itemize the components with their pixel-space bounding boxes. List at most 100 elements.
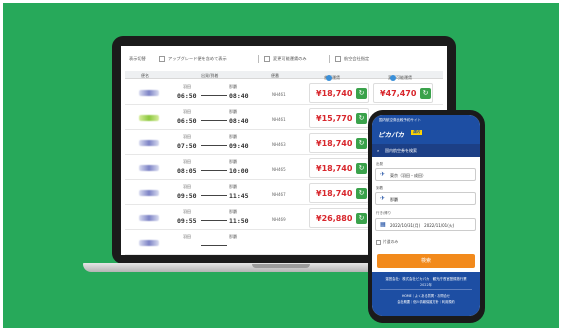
refresh-icon[interactable]: ↻: [356, 163, 367, 174]
date-label: 行き/帰り: [376, 211, 392, 215]
dep-city: 羽田: [183, 234, 191, 239]
laptop-notch: [252, 264, 310, 268]
footer-company: 運営会社：株式会社ピカパカ 観光庁長官登録旅行業: [385, 277, 467, 281]
dep-city: 羽田: [183, 134, 191, 139]
footer-divider: [380, 289, 472, 290]
fare-a-price: ¥18,740: [316, 164, 353, 173]
arr-time: 10:00: [229, 167, 249, 175]
from-label: 出発: [376, 162, 383, 166]
dep-time: 08:05: [177, 167, 197, 175]
airline-logo: [139, 140, 159, 146]
dep-time: 06:50: [177, 92, 197, 100]
arr-city: 那覇: [229, 159, 237, 164]
arr-city: 那覇: [229, 84, 237, 89]
footer-note: 2022年: [419, 283, 433, 287]
fare-b-price: ¥47,470: [380, 89, 417, 98]
arr-city: 那覇: [229, 184, 237, 189]
refresh-icon[interactable]: ↻: [356, 188, 367, 199]
divider: [258, 55, 259, 63]
fare-a-box[interactable]: ¥18,740 ↻: [309, 158, 369, 178]
arr-time: 09:40: [229, 142, 249, 150]
flight-number: NH469: [272, 217, 286, 222]
arr-city: 那覇: [229, 234, 237, 239]
footer-links[interactable]: HOME｜よくある質問・お問合せ: [376, 293, 476, 298]
flight-number: NH465: [272, 167, 286, 172]
refresh-icon[interactable]: ↻: [356, 213, 367, 224]
refresh-icon[interactable]: ↻: [356, 113, 367, 124]
from-value: 東京（羽田・成田）: [390, 173, 426, 178]
flight-number: NH463: [272, 142, 286, 147]
route-line: [201, 170, 227, 171]
from-field[interactable]: ✈ 東京（羽田・成田）: [375, 168, 476, 181]
site-tagline: 国内航空券比較予約サイト: [379, 118, 421, 122]
refresh-icon[interactable]: ↻: [356, 138, 367, 149]
to-label: 到着: [376, 186, 383, 190]
filter-upgrade[interactable]: アップグレード便を含めて表示: [159, 56, 227, 62]
route-line: [201, 220, 227, 221]
flight-number: NH467: [272, 192, 286, 197]
dep-time: 06:50: [177, 117, 197, 125]
filter-changeable[interactable]: 変更可能運賃のみ: [264, 56, 307, 62]
dep-time: 09:50: [177, 192, 197, 200]
calendar-icon: ▦: [380, 221, 386, 228]
dep-time: 09:55: [177, 217, 197, 225]
site-logo[interactable]: ピカパカ: [378, 129, 404, 139]
checkbox-icon[interactable]: [376, 239, 381, 245]
arr-time: 08:40: [229, 117, 249, 125]
fare-a-box[interactable]: ¥18,740 ↻: [309, 183, 369, 203]
filter-label: 表示切替: [129, 56, 146, 61]
to-value: 那覇: [390, 197, 398, 202]
phone-screen: 国内航空券比較予約サイト ピカパカ 国内 ⌕ 国内航空券を検索 出発 ✈ 東京（…: [372, 115, 480, 316]
dep-city: 羽田: [183, 109, 191, 114]
table-row[interactable]: 羽田 那覇 06:50 08:40 NH461 ¥18,740 ↻ ¥47,470 ↻: [125, 80, 443, 105]
arr-city: 那覇: [229, 134, 237, 139]
arr-city: 那覇: [229, 109, 237, 114]
to-field[interactable]: ✈ 那覇: [375, 192, 476, 205]
date-value: 2022/10/31(月) 2022/11/01(火): [390, 223, 455, 228]
table-header: 便名 出発/到着 便番 普通運賃 変更可能運賃: [125, 71, 443, 81]
fare-a-price: ¥26,880: [316, 214, 353, 223]
checkbox-icon[interactable]: [159, 56, 165, 62]
checkbox-icon[interactable]: [335, 56, 341, 62]
fare-a-box[interactable]: ¥18,740 ↻: [309, 133, 369, 153]
oneway-checkbox[interactable]: 片道のみ: [376, 239, 398, 245]
route-line: [201, 195, 227, 196]
airline-logo: [139, 165, 159, 171]
search-icon: ⌕: [377, 148, 380, 153]
col-flight: 便番: [271, 73, 279, 78]
plane-landing-icon: ✈: [380, 195, 386, 202]
route-line: [201, 245, 227, 246]
dep-city: 羽田: [183, 159, 191, 164]
arr-time: 11:45: [229, 192, 249, 200]
arr-city: 那覇: [229, 209, 237, 214]
fare-a-price: ¥18,740: [316, 189, 353, 198]
phone-footer: 運営会社：株式会社ピカパカ 観光庁長官登録旅行業 2022年 HOME｜よくある…: [372, 272, 480, 316]
dep-city: 羽田: [183, 209, 191, 214]
dep-time: 07:50: [177, 142, 197, 150]
route-line: [201, 120, 227, 121]
fare-b-box[interactable]: ¥47,470 ↻: [373, 83, 433, 103]
divider: [329, 55, 330, 63]
fare-a-box[interactable]: ¥26,880 ↻: [309, 208, 369, 228]
refresh-icon[interactable]: ↻: [420, 88, 431, 99]
arr-time: 08:40: [229, 92, 249, 100]
fare-a-box[interactable]: ¥15,770 ↻: [309, 108, 369, 128]
flight-number: NH461: [272, 117, 286, 122]
refresh-icon[interactable]: ↻: [356, 88, 367, 99]
footer-links-2[interactable]: 会社概要｜個人情報保護方針｜利用規約: [376, 299, 476, 304]
fare-a-box[interactable]: ¥18,740 ↻: [309, 83, 369, 103]
logo-badge: 国内: [411, 130, 422, 135]
airline-logo: [139, 215, 159, 221]
airline-logo: [139, 240, 159, 246]
search-button[interactable]: 検索: [377, 254, 475, 268]
checkbox-icon[interactable]: [264, 56, 270, 62]
dep-city: 羽田: [183, 84, 191, 89]
date-field[interactable]: ▦ 2022/10/31(月) 2022/11/01(火): [375, 218, 476, 231]
search-nav[interactable]: ⌕ 国内航空券を検索: [372, 144, 480, 157]
search-nav-label: 国内航空券を検索: [385, 148, 417, 153]
filter-airline[interactable]: 航空会社指定: [335, 56, 369, 62]
dep-city: 羽田: [183, 184, 191, 189]
phone-header: 国内航空券比較予約サイト ピカパカ 国内 ⌕ 国内航空券を検索: [372, 115, 480, 157]
airline-logo: [139, 115, 159, 121]
airline-logo: [139, 190, 159, 196]
